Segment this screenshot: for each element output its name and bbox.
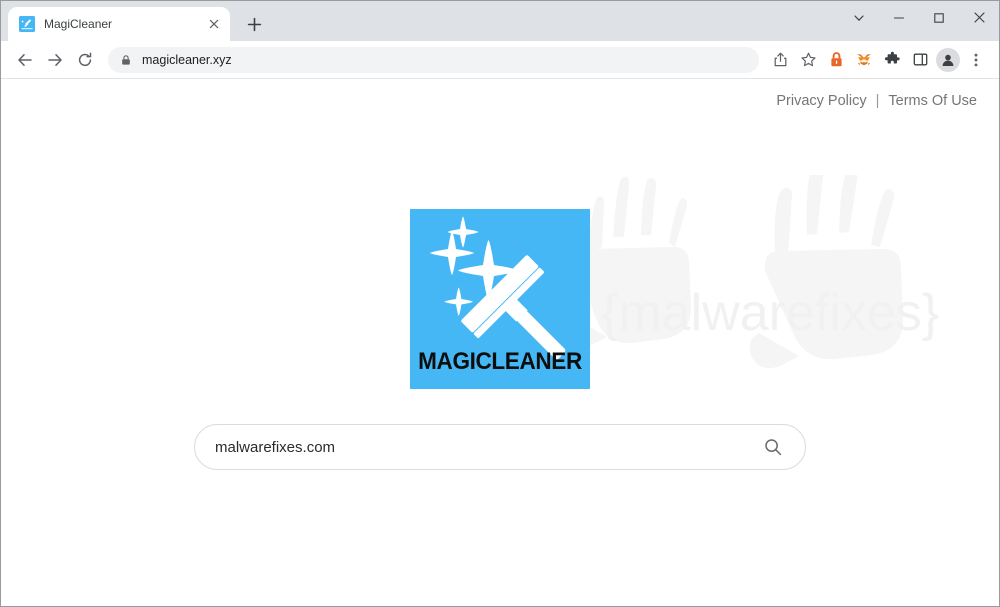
browser-toolbar: magicleaner.xyz [1, 41, 999, 79]
bookmark-star-icon[interactable] [794, 46, 822, 74]
back-button[interactable] [10, 45, 40, 75]
search-icon[interactable] [761, 435, 785, 459]
terms-of-use-link[interactable]: Terms Of Use [888, 93, 977, 109]
extensions-puzzle-icon[interactable] [878, 46, 906, 74]
window-controls [839, 1, 999, 34]
toolbar-icons [766, 46, 990, 74]
nav-separator: | [875, 93, 880, 109]
watermark-text: {malwarefixes} [601, 284, 940, 342]
handprint-watermark-icon [565, 166, 904, 369]
side-panel-icon[interactable] [906, 46, 934, 74]
search-area [194, 424, 806, 470]
logo-box: MAGICLEANER [410, 209, 590, 389]
close-button[interactable] [959, 1, 999, 34]
minimize-button[interactable] [879, 1, 919, 34]
three-dot-menu-icon[interactable] [962, 46, 990, 74]
tab-strip: MagiCleaner [1, 1, 999, 41]
avatar[interactable] [936, 47, 960, 72]
magicleaner-logo: MAGICLEANER [410, 209, 590, 389]
top-nav-links: Privacy Policy | Terms Of Use [776, 93, 977, 109]
metamask-fox-icon[interactable] [850, 46, 878, 74]
search-input[interactable] [213, 437, 761, 457]
search-box[interactable] [194, 424, 806, 470]
maximize-button[interactable] [919, 1, 959, 34]
browser-tab[interactable]: MagiCleaner [8, 7, 230, 41]
browser-window: MagiCleaner magicleaner.xyz {malwarefixe… [0, 0, 1000, 607]
malwarefixes-watermark: {malwarefixes} [565, 166, 989, 405]
page-content: {malwarefixes} Privacy Policy | Terms Of… [1, 79, 999, 606]
magicleaner-favicon-icon [19, 16, 35, 32]
tab-search-chevron-down-icon[interactable] [839, 1, 879, 34]
address-bar[interactable]: magicleaner.xyz [108, 46, 759, 73]
share-icon[interactable] [766, 46, 794, 74]
reload-button[interactable] [70, 45, 100, 75]
lock-icon [120, 54, 132, 66]
privacy-policy-link[interactable]: Privacy Policy [776, 93, 866, 109]
profile-avatar-icon[interactable] [934, 46, 962, 74]
logo-label: MAGICLEANER [418, 348, 582, 375]
forward-button[interactable] [40, 45, 70, 75]
new-tab-button[interactable] [240, 10, 268, 38]
tab-title: MagiCleaner [44, 17, 113, 31]
extension-lock-icon[interactable] [822, 46, 850, 74]
address-bar-url: magicleaner.xyz [142, 52, 232, 67]
tab-close-icon[interactable] [206, 16, 222, 32]
